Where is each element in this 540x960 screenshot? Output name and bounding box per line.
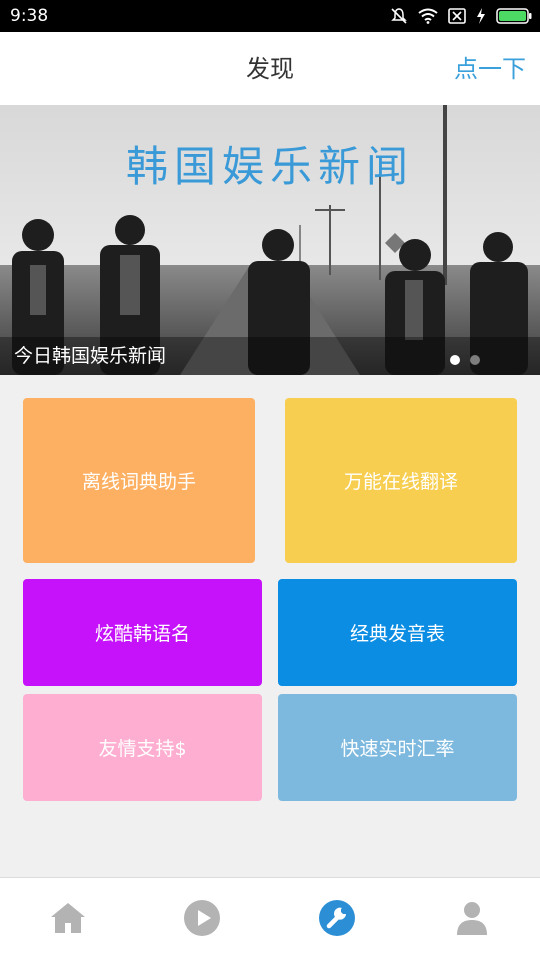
status-bar: 9:38 — [0, 0, 540, 32]
tile-label: 快速实时汇率 — [340, 738, 455, 760]
banner-caption: 今日韩国娱乐新闻 — [14, 345, 167, 367]
tap-action-button[interactable]: 点一下 — [454, 54, 526, 84]
tile-offline-dictionary[interactable]: 离线词典助手 — [23, 398, 255, 563]
tile-exchange-rate[interactable]: 快速实时汇率 — [278, 694, 517, 801]
carousel-dot-2[interactable] — [470, 355, 480, 365]
battery-icon — [496, 8, 532, 24]
wrench-icon — [318, 899, 356, 941]
nav-home[interactable] — [48, 900, 88, 940]
play-icon — [183, 899, 221, 941]
carousel-dots — [450, 355, 480, 365]
tile-online-translate[interactable]: 万能在线翻译 — [285, 398, 517, 563]
nav-tools[interactable] — [317, 900, 357, 940]
bottom-nav — [0, 877, 540, 960]
tile-label: 万能在线翻译 — [343, 471, 458, 493]
news-banner[interactable]: 韩国娱乐新闻 今日韩国娱乐新闻 — [0, 105, 540, 375]
status-icons — [390, 6, 532, 26]
tile-pronunciation-chart[interactable]: 经典发音表 — [278, 579, 517, 686]
mute-icon — [390, 7, 408, 25]
home-icon — [49, 901, 87, 939]
tile-support[interactable]: 友情支持$ — [23, 694, 262, 801]
banner-overlay-title: 韩国娱乐新闻 — [125, 142, 414, 191]
nav-profile[interactable] — [452, 900, 492, 940]
tile-korean-names[interactable]: 炫酷韩语名 — [23, 579, 262, 686]
tile-label: 炫酷韩语名 — [94, 623, 190, 645]
charging-icon — [476, 8, 486, 24]
sim-off-icon — [448, 8, 466, 24]
top-header: 发现 点一下 — [0, 32, 540, 105]
status-time: 9:38 — [10, 6, 49, 26]
person-icon — [454, 900, 490, 940]
nav-play[interactable] — [182, 900, 222, 940]
wifi-icon — [418, 8, 438, 24]
carousel-dot-1[interactable] — [450, 355, 460, 365]
tile-label: 经典发音表 — [349, 623, 445, 645]
tile-label: 离线词典助手 — [81, 471, 196, 493]
tile-label: 友情支持$ — [98, 738, 187, 760]
